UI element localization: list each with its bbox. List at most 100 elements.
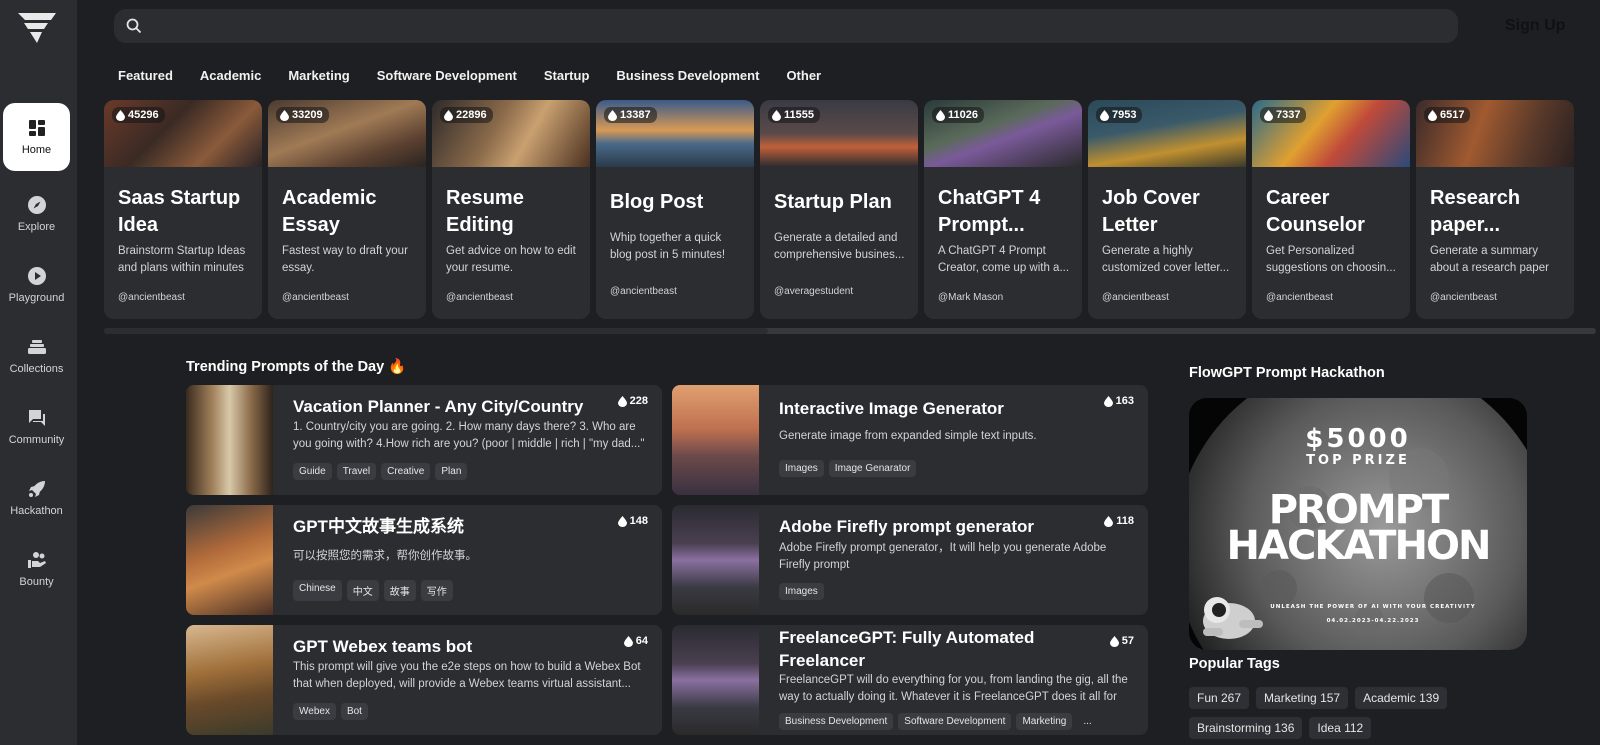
- popular-tag[interactable]: Academic 139: [1355, 687, 1448, 709]
- sidebar-item-home[interactable]: Home: [3, 103, 70, 171]
- drop-icon: [1100, 109, 1109, 121]
- search-bar[interactable]: [114, 9, 1458, 43]
- tag[interactable]: Bot: [340, 703, 368, 720]
- card-author[interactable]: @ancientbeast: [282, 292, 349, 303]
- popular-tag[interactable]: Brainstorming 136: [1189, 717, 1303, 739]
- prompt-thumbnail: [186, 625, 273, 735]
- tag[interactable]: Chinese: [293, 580, 342, 601]
- tab-startup[interactable]: Startup: [544, 68, 590, 83]
- trending-item[interactable]: FreelanceGPT: Fully Automated Freelancer…: [672, 625, 1148, 735]
- sidebar: Home Explore Playground Collections Comm…: [0, 0, 77, 745]
- tab-featured[interactable]: Featured: [118, 68, 173, 83]
- trending-item[interactable]: Interactive Image Generator 163 Generate…: [672, 385, 1148, 495]
- card-image: 11026: [924, 100, 1082, 167]
- likes-badge: 33209: [276, 107, 329, 123]
- more-tags[interactable]: ...: [1077, 713, 1097, 730]
- tag[interactable]: Creative: [381, 463, 431, 480]
- card-image: 7337: [1252, 100, 1410, 167]
- tag[interactable]: Images: [779, 583, 824, 600]
- drop-icon: [1264, 109, 1273, 121]
- likes-count: 57: [1121, 635, 1134, 647]
- featured-card[interactable]: 7953 Job Cover Letter Generate a highly …: [1088, 100, 1246, 319]
- tab-marketing[interactable]: Marketing: [288, 68, 349, 83]
- hackathon-banner[interactable]: $5000 TOP PRIZE PROMPT HACKATHON UNLEASH…: [1189, 398, 1527, 650]
- trending-item[interactable]: GPT Webex teams bot 64 This prompt will …: [186, 625, 662, 735]
- sidebar-item-playground[interactable]: Playground: [3, 251, 70, 319]
- tag[interactable]: Business Development: [779, 713, 894, 730]
- likes-count: 11026: [948, 109, 978, 121]
- popular-tags-list: Fun 267 Marketing 157 Academic 139 Brain…: [1189, 687, 1489, 739]
- search-input[interactable]: [150, 18, 1458, 34]
- featured-card[interactable]: 11555 Startup Plan Generate a detailed a…: [760, 100, 918, 319]
- card-title: Academic Essay: [282, 187, 377, 236]
- popular-tag[interactable]: Fun 267: [1189, 687, 1250, 709]
- prompt-title: Adobe Firefly prompt generator: [779, 517, 1035, 536]
- tag[interactable]: Plan: [435, 463, 468, 480]
- card-title: ChatGPT 4 Prompt...: [938, 187, 1041, 236]
- featured-card[interactable]: 13387 Blog Post Whip together a quick bl…: [596, 100, 754, 319]
- likes-badge: 11555: [768, 107, 820, 123]
- featured-card[interactable]: 45296 Saas Startup Idea Brainstorm Start…: [104, 100, 262, 319]
- prompt-description: This prompt will give you the e2e steps …: [293, 661, 641, 690]
- prompt-title: Interactive Image Generator: [779, 399, 1004, 418]
- sidebar-item-bounty[interactable]: Bounty: [3, 535, 70, 603]
- card-image: 22896: [432, 100, 590, 167]
- likes-badge: 45296: [112, 107, 165, 123]
- popular-tag[interactable]: Idea 112: [1309, 717, 1372, 739]
- tag[interactable]: Software Development: [898, 713, 1012, 730]
- featured-carousel: 45296 Saas Startup Idea Brainstorm Start…: [104, 100, 1600, 320]
- sidebar-item-community[interactable]: Community: [3, 393, 70, 461]
- sidebar-item-collections[interactable]: Collections: [3, 322, 70, 390]
- prompt-description: FreelanceGPT will do everything for you,…: [779, 674, 1128, 703]
- card-description: Get advice on how to edit your resume.: [446, 245, 576, 274]
- tab-other[interactable]: Other: [786, 68, 821, 83]
- scrollbar-thumb[interactable]: [104, 328, 768, 334]
- trending-item[interactable]: Adobe Firefly prompt generator 118 Adobe…: [672, 505, 1148, 615]
- trending-item[interactable]: GPT中文故事生成系统 148 可以按照您的需求，帮你创作故事。 Chinese…: [186, 505, 662, 615]
- card-author[interactable]: @ancientbeast: [1266, 292, 1333, 303]
- card-author[interactable]: @averagestudent: [774, 286, 853, 297]
- tag[interactable]: 中文: [346, 580, 379, 601]
- card-author[interactable]: @ancientbeast: [610, 286, 677, 297]
- card-author[interactable]: @Mark Mason: [938, 292, 1003, 303]
- sidebar-item-explore[interactable]: Explore: [3, 180, 70, 248]
- likes-count: 45296: [128, 109, 159, 121]
- likes-badge: 7953: [1096, 107, 1143, 123]
- featured-card[interactable]: 33209 Academic Essay Fastest way to draf…: [268, 100, 426, 319]
- tag[interactable]: Images: [779, 460, 824, 477]
- sign-up-button[interactable]: Sign Up: [1505, 17, 1565, 35]
- tag[interactable]: Webex: [293, 703, 336, 720]
- tag[interactable]: Travel: [336, 463, 377, 480]
- prize-amount: $5000: [1305, 424, 1411, 454]
- card-author[interactable]: @ancientbeast: [118, 292, 185, 303]
- likes-badge: 6517: [1424, 107, 1471, 123]
- tag[interactable]: 写作: [420, 580, 453, 601]
- card-author[interactable]: @ancientbeast: [1430, 292, 1497, 303]
- carousel-scrollbar[interactable]: [104, 328, 1596, 334]
- likes-badge: 64: [623, 635, 648, 647]
- tab-software-development[interactable]: Software Development: [377, 68, 517, 83]
- likes-badge: 148: [617, 515, 648, 527]
- card-description: Fastest way to draft your essay.: [282, 245, 408, 274]
- tag[interactable]: Image Genarator: [828, 460, 917, 477]
- tab-academic[interactable]: Academic: [200, 68, 261, 83]
- featured-card[interactable]: 7337 Career Counselor Get Personalized s…: [1252, 100, 1410, 319]
- featured-card[interactable]: 22896 Resume Editing Get advice on how t…: [432, 100, 590, 319]
- featured-card[interactable]: 6517 Research paper... Generate a summar…: [1416, 100, 1574, 319]
- likes-count: 228: [629, 395, 648, 407]
- prompt-title: FreelanceGPT: Fully Automated Freelancer: [779, 628, 1035, 670]
- search-icon: [126, 18, 142, 34]
- tag[interactable]: Marketing: [1016, 713, 1073, 730]
- likes-count: 7337: [1276, 109, 1301, 121]
- prompt-thumbnail: [186, 505, 273, 615]
- card-author[interactable]: @ancientbeast: [1102, 292, 1169, 303]
- tag[interactable]: Guide: [293, 463, 332, 480]
- trending-item[interactable]: Vacation Planner - Any City/Country 228 …: [186, 385, 662, 495]
- card-author[interactable]: @ancientbeast: [446, 292, 513, 303]
- tab-business-development[interactable]: Business Development: [616, 68, 759, 83]
- flowgpt-logo[interactable]: [16, 10, 58, 46]
- sidebar-item-hackathon[interactable]: Hackathon: [3, 464, 70, 532]
- popular-tag[interactable]: Marketing 157: [1256, 687, 1349, 709]
- featured-card[interactable]: 11026 ChatGPT 4 Prompt... A ChatGPT 4 Pr…: [924, 100, 1082, 319]
- tag[interactable]: 故事: [383, 580, 416, 601]
